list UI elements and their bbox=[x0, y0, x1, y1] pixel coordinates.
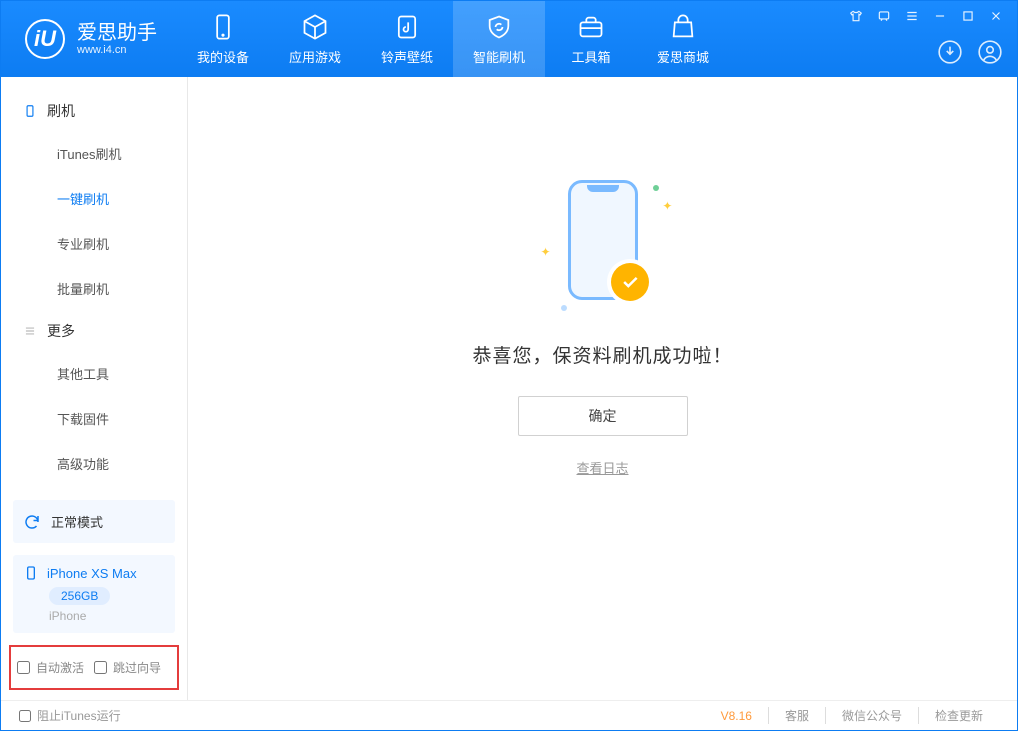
brand-logo: iU 爱思助手 www.i4.cn bbox=[1, 1, 177, 77]
toolbox-icon bbox=[577, 13, 605, 41]
nav-toolbox[interactable]: 工具箱 bbox=[545, 1, 637, 77]
checkbox-label: 跳过向导 bbox=[113, 659, 161, 676]
dot-icon bbox=[560, 305, 566, 311]
user-circle-icon[interactable] bbox=[977, 39, 1003, 65]
device-info-box[interactable]: iPhone XS Max 256GB iPhone bbox=[13, 555, 175, 633]
view-log-link[interactable]: 查看日志 bbox=[576, 458, 628, 477]
minimize-icon[interactable] bbox=[933, 9, 947, 23]
sidebar-group-label: 刷机 bbox=[47, 101, 75, 121]
cube-icon bbox=[301, 13, 329, 41]
device-type: iPhone bbox=[49, 609, 165, 623]
sparkle-icon: ✦ bbox=[540, 245, 550, 259]
music-file-icon bbox=[393, 13, 421, 41]
options-highlight-box: 自动激活 跳过向导 bbox=[9, 645, 179, 690]
dot-icon bbox=[652, 185, 658, 191]
phone-small-icon bbox=[23, 104, 37, 118]
sparkle-icon: ✦ bbox=[662, 199, 672, 213]
phone-small-icon bbox=[23, 565, 39, 581]
device-name: iPhone XS Max bbox=[47, 566, 137, 581]
sidebar-item-one-key-flash[interactable]: 一键刷机 bbox=[1, 176, 187, 221]
device-storage-badge: 256GB bbox=[49, 587, 110, 605]
nav-smart-flash[interactable]: 智能刷机 bbox=[453, 1, 545, 77]
titlebar: iU 爱思助手 www.i4.cn 我的设备 应用游戏 铃声壁纸 智能刷机 工具… bbox=[1, 1, 1017, 77]
sidebar-item-batch-flash[interactable]: 批量刷机 bbox=[1, 266, 187, 311]
nav-ring-wall[interactable]: 铃声壁纸 bbox=[361, 1, 453, 77]
nav-tabs: 我的设备 应用游戏 铃声壁纸 智能刷机 工具箱 爱思商城 bbox=[177, 1, 729, 77]
mode-label: 正常模式 bbox=[51, 512, 103, 531]
download-circle-icon[interactable] bbox=[937, 39, 963, 65]
sync-icon bbox=[23, 513, 41, 531]
success-illustration: ✦ ✦ bbox=[522, 175, 682, 315]
bag-icon bbox=[669, 13, 697, 41]
sidebar: 刷机 iTunes刷机 一键刷机 专业刷机 批量刷机 更多 其他工具 下载固件 … bbox=[1, 77, 188, 700]
success-message: 恭喜您，保资料刷机成功啦！ bbox=[472, 341, 732, 368]
menu-icon[interactable] bbox=[905, 9, 919, 23]
skip-guide-checkbox[interactable]: 跳过向导 bbox=[94, 659, 161, 676]
sidebar-item-itunes-flash[interactable]: iTunes刷机 bbox=[1, 131, 187, 176]
close-icon[interactable] bbox=[989, 9, 1003, 23]
nav-my-device[interactable]: 我的设备 bbox=[177, 1, 269, 77]
status-bar: 阻止iTunes运行 V8.16 客服 微信公众号 检查更新 bbox=[1, 700, 1017, 730]
auto-activate-checkbox[interactable]: 自动激活 bbox=[17, 659, 84, 676]
checkbox-label: 阻止iTunes运行 bbox=[37, 707, 121, 724]
checkbox-label: 自动激活 bbox=[36, 659, 84, 676]
maximize-icon[interactable] bbox=[961, 9, 975, 23]
nav-label: 智能刷机 bbox=[473, 47, 525, 66]
shield-sync-icon bbox=[485, 13, 513, 41]
window-controls bbox=[849, 9, 1003, 23]
nav-label: 应用游戏 bbox=[289, 47, 341, 66]
check-badge-icon bbox=[610, 263, 648, 301]
wechat-link[interactable]: 微信公众号 bbox=[825, 707, 918, 724]
nav-store[interactable]: 爱思商城 bbox=[637, 1, 729, 77]
list-icon bbox=[23, 324, 37, 338]
support-link[interactable]: 客服 bbox=[768, 707, 825, 724]
brand-url: www.i4.cn bbox=[77, 44, 157, 56]
sidebar-item-advanced[interactable]: 高级功能 bbox=[1, 441, 187, 486]
nav-apps-games[interactable]: 应用游戏 bbox=[269, 1, 361, 77]
sidebar-item-download-fw[interactable]: 下载固件 bbox=[1, 396, 187, 441]
shirt-icon[interactable] bbox=[849, 9, 863, 23]
nav-label: 我的设备 bbox=[197, 47, 249, 66]
logo-icon: iU bbox=[25, 19, 65, 59]
main-content: ✦ ✦ 恭喜您，保资料刷机成功啦！ 确定 查看日志 bbox=[188, 77, 1017, 700]
confirm-button[interactable]: 确定 bbox=[517, 396, 687, 436]
sidebar-group-label: 更多 bbox=[47, 321, 75, 341]
mode-box[interactable]: 正常模式 bbox=[13, 500, 175, 543]
device-icon bbox=[209, 13, 237, 41]
nav-label: 爱思商城 bbox=[657, 47, 709, 66]
nav-label: 铃声壁纸 bbox=[381, 47, 433, 66]
feedback-icon[interactable] bbox=[877, 9, 891, 23]
block-itunes-checkbox[interactable]: 阻止iTunes运行 bbox=[19, 707, 121, 724]
check-update-link[interactable]: 检查更新 bbox=[918, 707, 999, 724]
nav-label: 工具箱 bbox=[571, 47, 610, 66]
sidebar-item-pro-flash[interactable]: 专业刷机 bbox=[1, 221, 187, 266]
success-panel: ✦ ✦ 恭喜您，保资料刷机成功啦！ 确定 查看日志 bbox=[472, 175, 732, 477]
brand-name: 爱思助手 bbox=[77, 22, 157, 44]
sidebar-group-more: 更多 bbox=[1, 311, 187, 351]
sidebar-group-flash: 刷机 bbox=[1, 91, 187, 131]
sidebar-item-other-tools[interactable]: 其他工具 bbox=[1, 351, 187, 396]
version-label: V8.16 bbox=[705, 709, 768, 723]
